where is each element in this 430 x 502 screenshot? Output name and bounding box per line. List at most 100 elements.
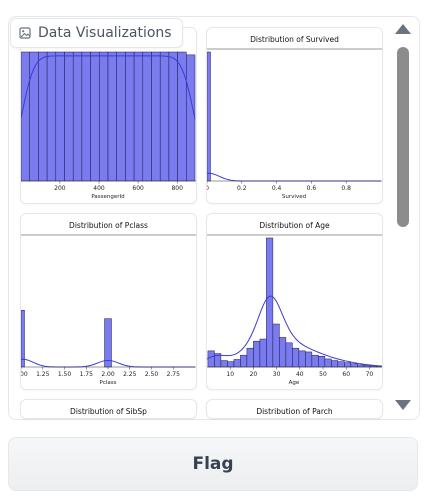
histogram-bar — [64, 51, 74, 182]
scrollbar-thumb[interactable] — [397, 47, 409, 227]
scroll-up-icon[interactable] — [395, 24, 411, 34]
histogram-bar — [72, 51, 83, 182]
image-icon — [19, 27, 31, 39]
histogram-bar — [246, 347, 254, 368]
chart-survived: Distribution of Survived 0 0.2 0.4 0.6 0.8 Sur… — [207, 35, 382, 200]
histogram-bar — [29, 51, 39, 182]
chart-card-pclass[interactable]: Distribution of Pclass 1.00 1.25 1.50 1.75 2.… — [20, 213, 197, 390]
histogram-bar — [207, 350, 215, 368]
histogram-bar — [207, 51, 211, 182]
chart-title: Distribution of Age — [259, 221, 330, 230]
scroll-down-icon[interactable] — [395, 400, 411, 410]
x-tick-label: 30 — [273, 371, 281, 378]
histogram-bar — [240, 354, 248, 368]
x-tick-label: 2.75 — [167, 371, 181, 378]
histogram-bar — [142, 51, 152, 182]
x-tick-label: 2.50 — [145, 371, 159, 378]
histogram-bar — [177, 51, 187, 182]
chart-title: Distribution of Pclass — [69, 221, 148, 230]
chart-card-passengerid[interactable]: 200 400 600 800 PassengerId — [20, 27, 197, 204]
histogram-bar — [151, 51, 161, 182]
histogram-bar — [279, 337, 287, 368]
histogram-bar — [292, 347, 300, 368]
histogram-bar — [21, 310, 25, 368]
x-tick-label: 2.25 — [123, 371, 137, 378]
chart-passengerid: 200 400 600 800 PassengerId — [21, 51, 196, 200]
histogram-bar — [125, 51, 135, 182]
histogram-bar — [305, 351, 313, 368]
histogram-bar — [107, 51, 117, 182]
histogram-bar — [46, 51, 57, 182]
x-tick-label: 10 — [226, 371, 234, 378]
histogram-bar — [90, 51, 100, 182]
histogram-bar — [344, 362, 352, 368]
x-tick-label: 0.2 — [237, 185, 247, 192]
x-tick-label: 50 — [319, 371, 327, 378]
chart-card-sibsp[interactable]: Distribution of SibSp — [20, 399, 197, 419]
histogram-bar — [81, 51, 91, 182]
x-tick-label: 200 — [54, 185, 66, 192]
histogram-bar — [38, 51, 48, 182]
histogram-bar — [285, 342, 293, 368]
x-tick-label: 0.8 — [341, 185, 351, 192]
histogram-bar — [259, 338, 267, 368]
histogram-bar — [266, 237, 274, 368]
flag-button-label: Flag — [192, 454, 234, 474]
x-tick-label: 1.25 — [36, 371, 50, 378]
chart-card-age[interactable]: Distribution of Age 10 20 30 40 50 60 70 Age — [206, 213, 383, 390]
chart-title: Distribution of Survived — [250, 35, 339, 44]
chart-age: Distribution of Age 10 20 30 40 50 60 70 Age — [207, 221, 382, 386]
histogram-bar — [324, 358, 332, 368]
histogram-bar — [168, 51, 178, 182]
histogram-bar — [104, 318, 112, 368]
histogram-bar — [350, 363, 358, 368]
histogram-bar — [253, 340, 261, 368]
histogram-bar — [116, 51, 126, 182]
histogram-bar — [99, 51, 109, 182]
histogram-bar — [233, 359, 241, 368]
histogram-bar — [337, 361, 345, 368]
x-tick-label: 0.6 — [307, 185, 317, 192]
histogram-bar — [133, 51, 144, 182]
x-tick-label: 70 — [366, 371, 374, 378]
histogram-bar — [318, 356, 326, 368]
histogram-bar — [227, 361, 235, 368]
chart-title: Distribution of Parch — [256, 407, 333, 416]
x-tick-label: 20 — [250, 371, 258, 378]
x-tick-label: 600 — [132, 185, 144, 192]
histogram-bar — [311, 354, 319, 368]
histogram-bar — [159, 51, 170, 182]
chart-sibsp: Distribution of SibSp — [70, 407, 147, 416]
x-tick-label: 1.75 — [80, 371, 94, 378]
histogram-bar — [55, 51, 65, 182]
kde-line — [207, 172, 381, 182]
histogram-bar — [357, 364, 365, 368]
chart-card-survived[interactable]: Distribution of Survived 0 0.2 0.4 0.6 0.8 Sur… — [206, 27, 383, 204]
chart-card-parch[interactable]: Distribution of Parch — [206, 399, 383, 419]
x-tick-label: 2.00 — [101, 371, 115, 378]
histogram-bar — [21, 51, 30, 182]
x-axis-label: PassengerId — [91, 194, 124, 200]
histogram-bar — [186, 54, 196, 182]
x-tick-label: 0 — [207, 185, 209, 192]
x-axis-label: Age — [289, 380, 300, 386]
chart-parch: Distribution of Parch — [256, 407, 333, 416]
histogram-bar — [331, 360, 339, 368]
x-tick-label: 800 — [171, 185, 183, 192]
x-tick-label: 1.00 — [21, 371, 28, 378]
x-tick-label: 60 — [342, 371, 350, 378]
chart-title: Distribution of SibSp — [70, 407, 147, 416]
histogram-bar — [272, 323, 280, 368]
histogram-bar — [220, 360, 228, 368]
x-axis-label: Survived — [282, 194, 306, 200]
x-tick-label: 0.4 — [272, 185, 282, 192]
x-tick-label: 1.50 — [58, 371, 72, 378]
x-axis-label: Pclass — [100, 380, 117, 386]
flag-button[interactable]: Flag — [8, 437, 418, 491]
x-tick-label: 400 — [93, 185, 105, 192]
gallery-label-text: Data Visualizations — [38, 25, 172, 41]
histogram-bar — [298, 350, 306, 368]
chart-pclass: Distribution of Pclass 1.00 1.25 1.50 1.75 2.… — [21, 221, 196, 386]
gallery-label: Data Visualizations — [10, 18, 183, 48]
x-tick-label: 40 — [296, 371, 304, 378]
